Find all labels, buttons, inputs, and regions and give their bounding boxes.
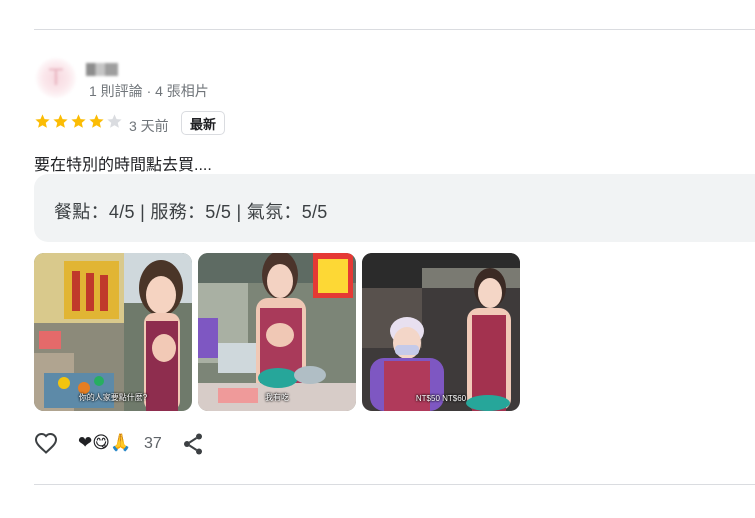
photo-3-caption: NT$50 NT$60 (415, 394, 467, 403)
star-rating (34, 113, 123, 130)
newest-badge: 最新 (181, 111, 226, 135)
star-icon (89, 114, 104, 128)
photo-3-image (362, 253, 520, 411)
review-text: 要在特別的時間點去買.... (34, 157, 212, 174)
photo-1-image (34, 253, 192, 411)
star-icon (35, 114, 50, 128)
rating-summary: 餐點：4/5 | 服務：5/5 | 氣氛：5/5 (54, 202, 328, 222)
photo-1-caption: 你的人家要點什麼? (78, 393, 148, 402)
star-empty-icon (107, 114, 122, 128)
heart-outline-icon[interactable] (34, 432, 58, 454)
reviewer-meta: 1 則評論 · 4 張相片 (89, 83, 209, 99)
bottom-divider (34, 484, 755, 485)
review-photo-2[interactable]: 我有吃 (198, 253, 356, 411)
reviewer-avatar[interactable]: T (36, 58, 76, 98)
reaction-emojis[interactable]: ❤😋🙏 (78, 433, 131, 453)
review-photo-1[interactable]: 你的人家要點什麼? (34, 253, 192, 411)
photo-2-caption: 我有吃 (265, 393, 289, 402)
reaction-count: 37 (144, 435, 162, 452)
review-photo-3[interactable]: NT$50 NT$60 (362, 253, 520, 411)
photo-2-image (198, 253, 356, 411)
avatar-letter: T (48, 64, 64, 91)
share-icon[interactable] (182, 432, 204, 456)
star-icon (53, 114, 68, 128)
top-divider (34, 29, 755, 30)
star-icon (71, 114, 86, 128)
review-time: 3 天前 (129, 118, 169, 134)
reviewer-name-blurred[interactable] (86, 63, 118, 76)
